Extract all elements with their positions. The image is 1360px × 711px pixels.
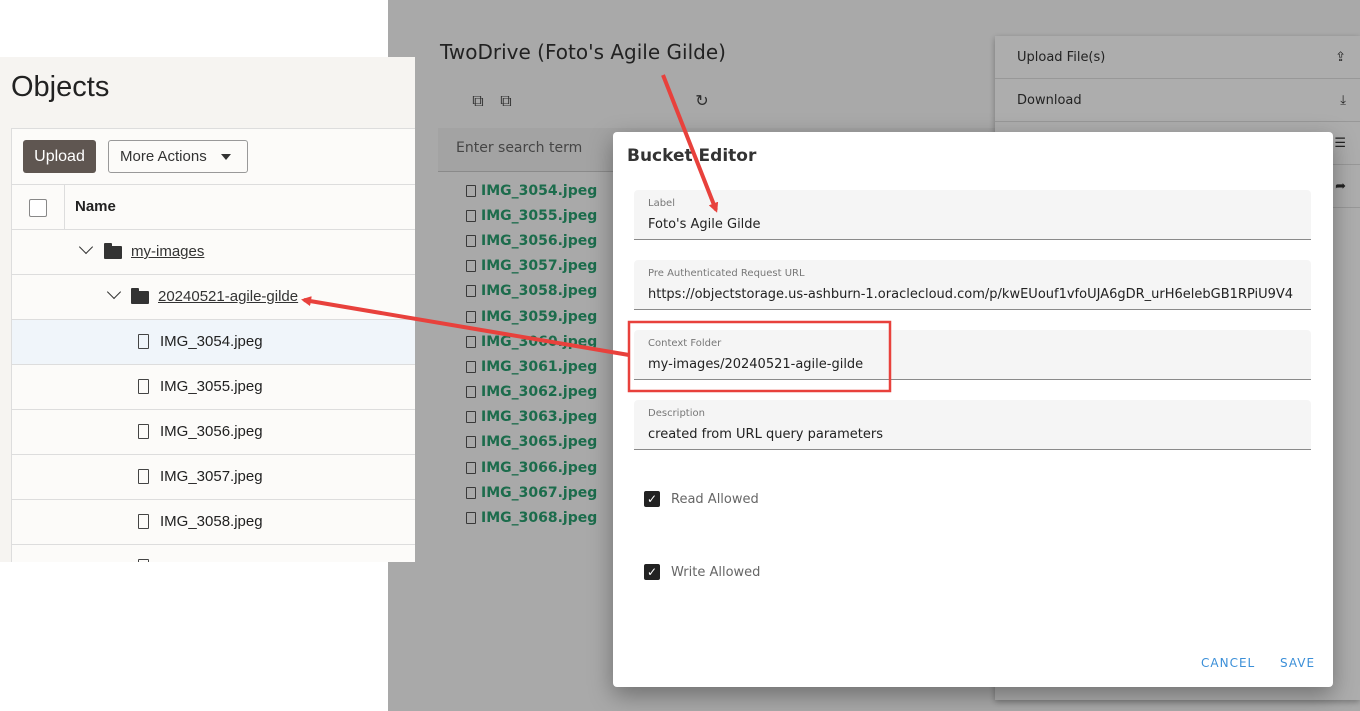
checkmark-icon[interactable]: ✓ [644, 491, 660, 507]
save-button[interactable]: SAVE [1280, 656, 1315, 670]
objects-table: Upload More Actions Name my-images 20240… [11, 128, 415, 562]
table-row[interactable]: IMG_3058.jpeg [12, 500, 415, 545]
oci-objects-panel: Objects Upload More Actions Name my-imag… [0, 57, 415, 562]
read-allowed-checkbox[interactable]: ✓ Read Allowed [644, 491, 759, 507]
folder-link-my-images[interactable]: my-images [131, 243, 204, 260]
file-icon [138, 469, 149, 484]
folder-icon [104, 243, 122, 259]
label-field-label: Label [648, 198, 675, 209]
write-allowed-checkbox[interactable]: ✓ Write Allowed [644, 564, 760, 580]
chevron-down-icon[interactable] [78, 239, 94, 255]
table-toolbar: Upload More Actions [12, 129, 415, 185]
description-field[interactable]: Description created from URL query param… [634, 400, 1311, 450]
file-icon [138, 559, 149, 562]
folder-icon [131, 288, 149, 304]
context-folder-field-value[interactable]: my-images/20240521-agile-gilde [648, 357, 1308, 372]
caret-down-icon [221, 154, 231, 160]
table-row[interactable] [12, 545, 415, 562]
bucket-editor-dialog: Bucket Editor Label Foto's Agile Gilde P… [613, 132, 1333, 687]
description-field-value[interactable]: created from URL query parameters [648, 427, 1308, 442]
object-name[interactable]: IMG_3054.jpeg [160, 333, 263, 350]
more-actions-button[interactable]: More Actions [108, 140, 248, 173]
object-name[interactable]: IMG_3056.jpeg [160, 423, 263, 440]
dialog-title: Bucket Editor [627, 146, 757, 166]
table-row[interactable]: IMG_3054.jpeg [12, 320, 415, 365]
file-icon [138, 514, 149, 529]
select-all-checkbox[interactable] [29, 199, 47, 217]
cancel-button[interactable]: CANCEL [1201, 656, 1255, 670]
object-name[interactable]: IMG_3058.jpeg [160, 513, 263, 530]
checkmark-icon[interactable]: ✓ [644, 564, 660, 580]
upload-button[interactable]: Upload [23, 140, 96, 173]
file-icon [138, 379, 149, 394]
context-folder-field-label: Context Folder [648, 338, 722, 349]
label-field-value[interactable]: Foto's Agile Gilde [648, 217, 1308, 232]
table-row[interactable]: my-images [12, 230, 415, 275]
context-folder-field[interactable]: Context Folder my-images/20240521-agile-… [634, 330, 1311, 380]
file-icon [138, 424, 149, 439]
write-allowed-label: Write Allowed [671, 564, 761, 580]
table-row[interactable]: IMG_3057.jpeg [12, 455, 415, 500]
description-field-label: Description [648, 408, 705, 419]
table-header-row: Name [12, 185, 415, 230]
more-actions-label: More Actions [120, 148, 207, 165]
table-row[interactable]: IMG_3056.jpeg [12, 410, 415, 455]
chevron-down-icon[interactable] [106, 284, 122, 300]
file-icon [138, 334, 149, 349]
object-name[interactable]: IMG_3057.jpeg [160, 468, 263, 485]
table-row[interactable]: 20240521-agile-gilde [12, 275, 415, 320]
object-name[interactable]: IMG_3055.jpeg [160, 378, 263, 395]
name-column-header[interactable]: Name [75, 198, 116, 215]
par-url-field-value[interactable]: https://objectstorage.us-ashburn-1.oracl… [648, 287, 1308, 302]
label-field[interactable]: Label Foto's Agile Gilde [634, 190, 1311, 240]
table-row[interactable]: IMG_3055.jpeg [12, 365, 415, 410]
par-url-field-label: Pre Authenticated Request URL [648, 268, 805, 279]
par-url-field[interactable]: Pre Authenticated Request URL https://ob… [634, 260, 1311, 310]
read-allowed-label: Read Allowed [671, 491, 759, 507]
folder-link-agile-gilde[interactable]: 20240521-agile-gilde [158, 288, 298, 305]
page-title: Objects [11, 71, 110, 103]
